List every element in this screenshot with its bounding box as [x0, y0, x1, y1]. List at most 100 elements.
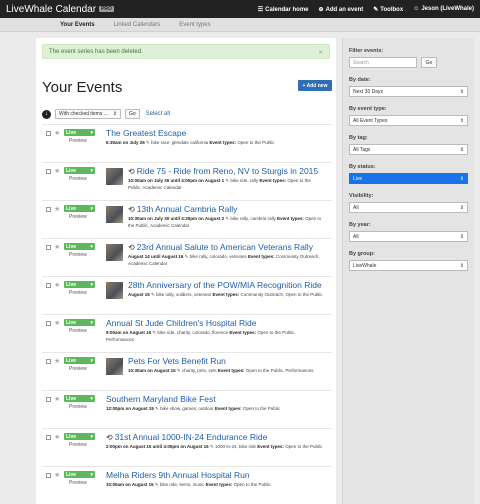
bulk-go-button[interactable]: Go — [125, 109, 140, 119]
status-dropdown[interactable]: Live ▾ — [64, 167, 95, 174]
select-all-link[interactable]: Select all — [146, 111, 170, 117]
preview-link[interactable]: Preview — [69, 290, 87, 296]
row-checkbox[interactable] — [46, 397, 51, 402]
search-go-button[interactable]: Go — [421, 57, 437, 68]
subnav-tab[interactable]: Your Events — [60, 22, 95, 28]
event-title[interactable]: Annual St Jude Children's Hospital Ride — [106, 318, 256, 328]
brand-name[interactable]: LiveWhale Calendar — [6, 4, 96, 15]
bulk-action-select[interactable]: With checked items ... ⇕ — [55, 109, 121, 119]
event-title-link[interactable]: The Greatest Escape — [106, 128, 186, 138]
status-dropdown[interactable]: Live ▾ — [64, 395, 95, 402]
row-checkbox[interactable] — [46, 359, 51, 364]
top-nav-item[interactable]: ⊕ Add an event — [319, 6, 364, 13]
event-row: ★ Live ▾ Preview ⟲ Ride 75 - Ride from Reno, … — [42, 162, 332, 200]
star-icon[interactable]: ★ — [54, 167, 60, 175]
event-thumbnail — [106, 282, 123, 299]
status-dropdown[interactable]: Live ▾ — [64, 433, 95, 440]
top-nav-label[interactable]: Toolbox — [380, 7, 403, 13]
status-dropdown[interactable]: Live ▾ — [64, 243, 95, 250]
row-checkbox[interactable] — [46, 473, 51, 478]
filter-select[interactable]: All Event Types ⇕ — [349, 115, 468, 126]
star-icon[interactable]: ★ — [54, 357, 60, 365]
event-meta: 10:30am on August 15 ✎ charity, pets, ve… — [128, 368, 324, 375]
top-nav-label[interactable]: Jeson (LiveWhale) — [421, 6, 474, 12]
preview-link[interactable]: Preview — [69, 366, 87, 372]
preview-link[interactable]: Preview — [69, 442, 87, 448]
event-title-link[interactable]: ⟲ 31st Annual 1000-IN-24 Endurance Ride — [106, 432, 267, 442]
event-title-link[interactable]: Annual St Jude Children's Hospital Ride — [106, 318, 256, 328]
event-title-link[interactable]: Melha Riders 9th Annual Hospital Run — [106, 470, 250, 480]
filter-select[interactable]: Next 30 Days ⇕ — [349, 86, 468, 97]
row-checkbox[interactable] — [46, 131, 51, 136]
event-title[interactable]: Pets For Vets Benefit Run — [128, 356, 226, 366]
row-checkbox[interactable] — [46, 169, 51, 174]
event-title[interactable]: 13th Annual Cambria Rally — [137, 204, 238, 214]
event-title[interactable]: Melha Riders 9th Annual Hospital Run — [106, 470, 250, 480]
event-title-link[interactable]: ⟲ Ride 75 - Ride from Reno, NV to Sturgis… — [128, 166, 318, 176]
event-title-link[interactable]: Southern Maryland Bike Fest — [106, 394, 216, 404]
top-nav-item[interactable]: ☰ Calendar home — [258, 6, 309, 13]
preview-link[interactable]: Preview — [69, 214, 87, 220]
brand[interactable]: LiveWhale Calendar PRO — [0, 4, 114, 15]
filter-select[interactable]: LiveWhale ⇕ — [349, 260, 468, 271]
event-title-link[interactable]: 28th Anniversary of the POW/MIA Recognit… — [128, 280, 322, 290]
star-icon[interactable]: ★ — [54, 243, 60, 251]
preview-link[interactable]: Preview — [69, 480, 87, 486]
star-icon[interactable]: ★ — [54, 129, 60, 137]
status-dropdown[interactable]: Live ▾ — [64, 471, 95, 478]
row-checkbox[interactable] — [46, 283, 51, 288]
preview-link[interactable]: Preview — [69, 176, 87, 182]
event-title[interactable]: Ride 75 - Ride from Reno, NV to Sturgis … — [137, 166, 318, 176]
event-tags: 1000-in-24, bike ride — [214, 444, 256, 449]
row-checkbox[interactable] — [46, 435, 51, 440]
event-row: ★ Live ▾ Preview Pets For Vets Benefit Run 10… — [42, 352, 332, 390]
nav-icon: ☺ — [413, 5, 420, 12]
filter-select[interactable]: Live ⇕ — [349, 173, 468, 184]
event-title[interactable]: Southern Maryland Bike Fest — [106, 394, 216, 404]
event-thumbnail — [106, 168, 123, 185]
subnav-tab[interactable]: Linked Calendars — [114, 22, 161, 28]
filter-select[interactable]: All ⇕ — [349, 231, 468, 242]
preview-link[interactable]: Preview — [69, 404, 87, 410]
add-new-button[interactable]: + Add new — [298, 80, 332, 91]
event-title[interactable]: 23rd Annual Salute to American Veterans … — [137, 242, 313, 252]
filter-select[interactable]: All Tags ⇕ — [349, 144, 468, 155]
status-dropdown[interactable]: Live ▾ — [64, 129, 95, 136]
status-dropdown[interactable]: Live ▾ — [64, 281, 95, 288]
event-title-link[interactable]: Pets For Vets Benefit Run — [128, 356, 226, 366]
status-dropdown[interactable]: Live ▾ — [64, 319, 95, 326]
filter-select[interactable]: All ⇕ — [349, 202, 468, 213]
search-input[interactable]: Search — [349, 57, 417, 68]
event-title-link[interactable]: ⟲ 13th Annual Cambria Rally — [128, 204, 237, 214]
repeat-icon: ⟲ — [128, 167, 135, 176]
row-checkbox[interactable] — [46, 245, 51, 250]
event-title-link[interactable]: ⟲ 23rd Annual Salute to American Veterans… — [128, 242, 313, 252]
star-icon[interactable]: ★ — [54, 205, 60, 213]
top-nav-label[interactable]: Calendar home — [265, 7, 308, 13]
event-title[interactable]: 28th Anniversary of the POW/MIA Recognit… — [128, 280, 322, 290]
preview-link[interactable]: Preview — [69, 138, 87, 144]
star-icon[interactable]: ★ — [54, 433, 60, 441]
status-dropdown[interactable]: Live ▾ — [64, 205, 95, 212]
event-title[interactable]: The Greatest Escape — [106, 128, 186, 138]
top-nav-label[interactable]: Add an event — [326, 7, 364, 13]
top-nav-item[interactable]: ☺ Jeson (LiveWhale) — [413, 6, 474, 13]
caret-down-icon: ▾ — [90, 281, 93, 288]
row-checkbox[interactable] — [46, 207, 51, 212]
preview-link[interactable]: Preview — [69, 252, 87, 258]
star-icon[interactable]: ★ — [54, 471, 60, 479]
star-icon[interactable]: ★ — [54, 319, 60, 327]
event-title[interactable]: 31st Annual 1000-IN-24 Endurance Ride — [115, 432, 268, 442]
top-nav-item[interactable]: ✎ Toolbox — [373, 6, 403, 13]
event-date: 12:00pm on August 15 — [106, 406, 154, 411]
close-icon[interactable]: × — [318, 48, 323, 57]
row-checkbox[interactable] — [46, 321, 51, 326]
status-dropdown[interactable]: Live ▾ — [64, 357, 95, 364]
filter-value: All Tags — [353, 146, 371, 153]
star-icon[interactable]: ★ — [54, 281, 60, 289]
preview-link[interactable]: Preview — [69, 328, 87, 334]
subnav-tab[interactable]: Event types — [179, 22, 210, 28]
event-meta: 6:30am on July 26 ✎ bike race, glendale … — [106, 140, 324, 147]
event-types-label: Event types: — [208, 140, 238, 145]
star-icon[interactable]: ★ — [54, 395, 60, 403]
